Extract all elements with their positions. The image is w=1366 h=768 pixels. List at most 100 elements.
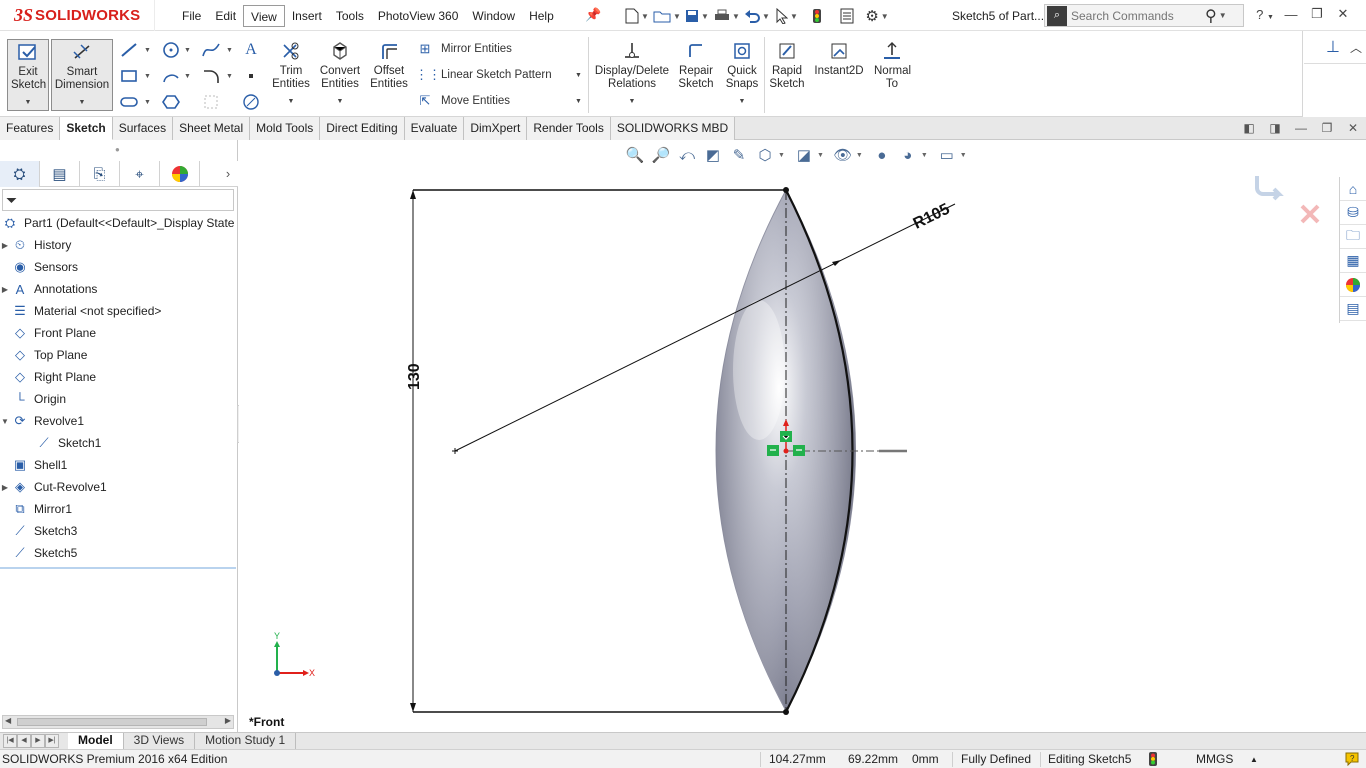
new-document-icon[interactable]: ▼ [622,5,652,27]
search-dropdown-icon[interactable]: ▼ [1219,11,1227,20]
spline-dropdown-icon[interactable]: ▼ [226,47,233,54]
previous-view-icon[interactable]: ⤺ [674,144,700,166]
bottom-tab-model[interactable]: Model [68,733,124,749]
graphics-area[interactable]: 130 R105 Y X [239,140,1339,732]
rectangle-icon[interactable] [118,67,140,85]
expand-arrow-icon[interactable]: ▶ [0,241,10,250]
linear-sketch-pattern-button[interactable]: ⋮⋮ Linear Sketch Pattern ▼ [415,65,585,85]
rapid-sketch-button[interactable]: Rapid Sketch [768,39,806,111]
prev-tab-icon[interactable]: ◀ [17,734,31,748]
help-icon[interactable]: ? ▼ [1252,7,1278,22]
exit-sketch-button[interactable]: Exit Sketch ▼ [7,39,49,111]
display-delete-relations-button[interactable]: Display/Delete Relations ▼ [594,39,670,111]
menu-edit[interactable]: Edit [208,5,243,27]
display-relations-dropdown-icon[interactable]: ▼ [629,95,636,108]
quick-snaps-dropdown-icon[interactable]: ▼ [739,95,746,108]
move-entities-button[interactable]: ⇱ Move Entities ▼ [415,91,585,111]
dimension-height-text[interactable]: 130 [406,363,423,390]
repair-sketch-button[interactable]: Repair Sketch [676,39,716,111]
options-gear-icon[interactable]: ⚙ ▼ [862,5,892,27]
tree-filter-field[interactable]: ⏷ [2,189,234,211]
panel-grip-icon[interactable]: ● [115,145,120,154]
cancel-sketch-icon[interactable] [1300,204,1320,224]
magnifier-icon[interactable]: ⚲ [1205,6,1217,26]
help-status-icon[interactable]: ? [1344,752,1360,768]
more-tabs-icon[interactable]: › [218,161,238,186]
rollback-bar[interactable] [0,567,236,569]
point-icon[interactable] [240,67,262,85]
configuration-manager-tab-icon[interactable]: ⎘ [80,161,120,187]
minimize-icon[interactable]: — [1278,7,1304,22]
doc-restore-icon[interactable]: ❐ [1314,121,1340,135]
view-palette-icon[interactable]: ▦ [1340,249,1366,273]
line-dropdown-icon[interactable]: ▼ [144,47,151,54]
circle-dropdown-icon[interactable]: ▼ [184,47,191,54]
tree-item-history[interactable]: ▶ ⏲ History [0,234,236,256]
menu-window[interactable]: Window [465,5,522,27]
tree-item-origin[interactable]: └ Origin [0,388,236,410]
zoom-to-area-icon[interactable]: 🔎 [648,144,674,166]
tree-item-annotations[interactable]: ▶ A Annotations [0,278,236,300]
display-style-dropdown-icon[interactable]: ▼ [817,152,824,159]
apply-scene-icon[interactable]: ◕ [895,144,921,166]
expand-arrow-icon[interactable]: ▶ [0,285,10,294]
smart-dimension-dropdown-icon[interactable]: ▼ [79,96,86,109]
hide-show-items-icon[interactable]: 👁 [830,144,856,166]
doc-minimize-icon[interactable]: — [1288,121,1314,135]
tile-right-icon[interactable]: ◨ [1262,121,1288,135]
exit-sketch-confirm-icon[interactable] [1255,176,1284,201]
apply-scene-dropdown-icon[interactable]: ▼ [921,152,928,159]
rectangle-dropdown-icon[interactable]: ▼ [144,73,151,80]
fillet-icon[interactable] [200,67,222,85]
tree-item-revolve1[interactable]: ▼ ⟳ Revolve1 [0,410,236,432]
search-commands-box[interactable]: ⌕ ⚲ ▼ [1044,4,1244,27]
collapse-ribbon-icon[interactable]: ︿ [1350,39,1362,56]
rebuild-status-icon[interactable] [1148,752,1158,768]
plane-sketch-icon[interactable] [200,93,222,111]
slot-icon[interactable] [118,93,140,111]
tab-render-tools[interactable]: Render Tools [527,117,611,140]
tree-item-sketch1[interactable]: ⟋ Sketch1 [0,432,236,454]
quick-snaps-button[interactable]: Quick Snaps ▼ [722,39,762,111]
trim-dropdown-icon[interactable]: ▼ [288,95,295,108]
feature-manager-tab-icon[interactable]: ⛭ [0,161,40,187]
bottom-tab-motion-study-1[interactable]: Motion Study 1 [195,733,297,749]
tree-item-shell1[interactable]: ▣ Shell1 [0,454,236,476]
tree-item-top-plane[interactable]: ◇ Top Plane [0,344,236,366]
tab-direct-editing[interactable]: Direct Editing [320,117,405,140]
tab-mold-tools[interactable]: Mold Tools [250,117,321,140]
arc-endpoint-bottom[interactable] [783,709,789,715]
view-orientation-icon[interactable]: ⬡ [752,144,778,166]
trim-entities-button[interactable]: Trim Entities ▼ [270,39,312,111]
tab-surfaces[interactable]: Surfaces [112,117,174,140]
fillet-dropdown-icon[interactable]: ▼ [226,73,233,80]
radius-dimension-text[interactable]: R105 [911,201,953,233]
restore-icon[interactable]: ❐ [1304,6,1330,22]
scroll-left-icon[interactable]: ◀ [5,716,11,725]
tab-sketch[interactable]: Sketch [60,117,113,140]
custom-properties-icon[interactable]: ▤ [1340,297,1366,321]
mirror-entities-button[interactable]: ⊞ Mirror Entities [415,39,512,59]
display-manager-tab-icon[interactable] [160,161,200,187]
close-icon[interactable]: ✕ [1330,6,1356,22]
dimxpert-manager-tab-icon[interactable]: ⌖ [120,161,160,187]
circle-icon[interactable] [160,41,182,59]
hide-show-dropdown-icon[interactable]: ▼ [856,152,863,159]
tree-item-right-plane[interactable]: ◇ Right Plane [0,366,236,388]
rebuild-traffic-light-icon[interactable] [802,5,832,27]
file-explorer-icon[interactable]: 🗀 [1340,225,1366,249]
normal-to-quick-icon[interactable]: ⊥ [1326,37,1340,57]
arc-icon[interactable] [160,67,182,85]
offset-entities-button[interactable]: Offset Entities [368,39,410,111]
tree-item-sketch3[interactable]: ⟋ Sketch3 [0,520,236,542]
origin-point[interactable] [783,448,789,454]
menu-tools[interactable]: Tools [329,5,371,27]
expand-arrow-icon[interactable]: ▶ [0,483,10,492]
polygon-icon[interactable] [160,93,182,111]
section-view-icon[interactable]: ◩ [700,144,726,166]
convert-dropdown-icon[interactable]: ▼ [337,95,344,108]
property-manager-tab-icon[interactable]: ▤ [40,161,80,187]
search-input[interactable] [1071,8,1201,23]
smart-dimension-button[interactable]: Smart Dimension ▼ [51,39,113,111]
line-icon[interactable] [118,41,140,59]
